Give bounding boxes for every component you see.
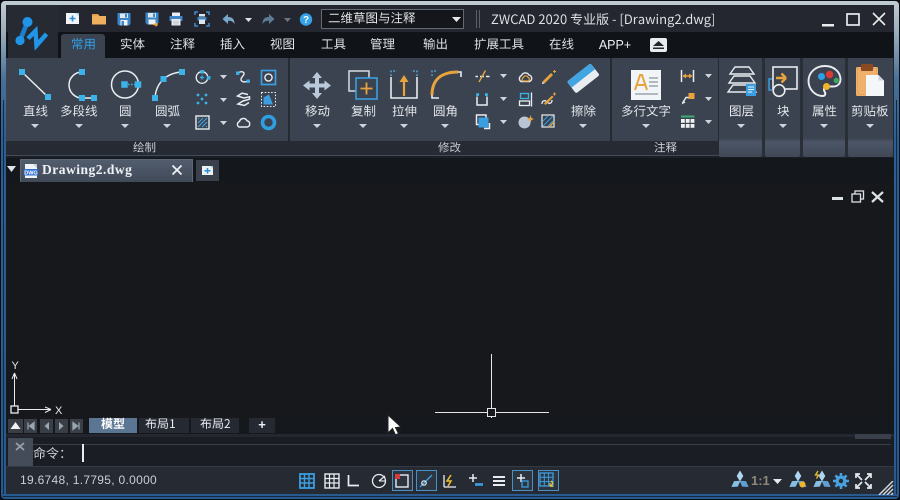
svg-text:?: ? [303, 15, 309, 26]
svg-text:X: X [55, 405, 63, 416]
svg-text:Y: Y [12, 360, 20, 372]
svg-text:DWG: DWG [24, 171, 37, 177]
